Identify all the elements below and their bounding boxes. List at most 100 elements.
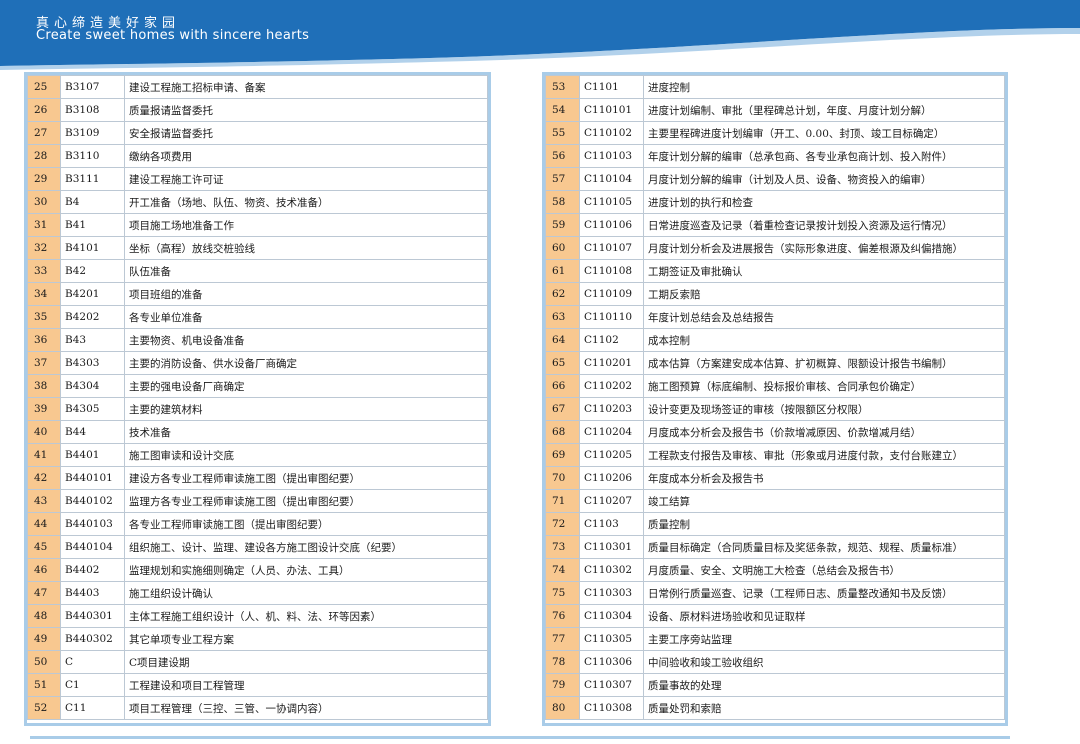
row-code-cell: C110110 (579, 305, 644, 329)
row-code-cell: C110207 (579, 489, 644, 513)
row-code-cell: C110204 (579, 420, 644, 444)
row-number-cell: 46 (27, 558, 61, 582)
row-number-cell: 26 (27, 98, 61, 122)
row-number-cell: 47 (27, 581, 61, 605)
row-number-cell: 27 (27, 121, 61, 145)
row-item-cell: 年度计划总结会及总结报告 (643, 305, 1005, 329)
table-row: 51 C1 工程建设和项目工程管理 (27, 673, 488, 697)
row-code-cell: B4 (60, 190, 125, 214)
row-code-cell: B3111 (60, 167, 125, 191)
row-number-cell: 51 (27, 673, 61, 697)
row-item-cell: 进度控制 (643, 75, 1005, 99)
row-number-cell: 36 (27, 328, 61, 352)
table-row: 41 B4401 施工图审读和设计交底 (27, 443, 488, 467)
row-number-cell: 49 (27, 627, 61, 651)
table-row: 45 B440104 组织施工、设计、监理、建设各方施工图设计交底（纪要） (27, 535, 488, 559)
row-item-cell: 施工图预算（标底编制、投标报价审核、合同承包价确定） (643, 374, 1005, 398)
row-number-cell: 28 (27, 144, 61, 168)
row-item-cell: 项目工程管理（三控、三管、一协调内容） (124, 696, 488, 720)
row-code-cell: B43 (60, 328, 125, 352)
row-code-cell: C110106 (579, 213, 644, 237)
row-code-cell: B4401 (60, 443, 125, 467)
row-item-cell: 质量处罚和索赔 (643, 696, 1005, 720)
row-code-cell: C110303 (579, 581, 644, 605)
table-row: 40 B44 技术准备 (27, 420, 488, 444)
row-code-cell: B440301 (60, 604, 125, 628)
row-item-cell: 安全报请监督委托 (124, 121, 488, 145)
row-number-cell: 41 (27, 443, 61, 467)
table-row: 46 B4402 监理规划和实施细则确定（人员、办法、工具） (27, 558, 488, 582)
table-row: 30 B4 开工准备（场地、队伍、物资、技术准备） (27, 190, 488, 214)
row-item-cell: 进度计划编制、审批（里程碑总计划，年度、月度计划分解） (643, 98, 1005, 122)
row-number-cell: 80 (545, 696, 580, 720)
row-number-cell: 72 (545, 512, 580, 536)
row-number-cell: 54 (545, 98, 580, 122)
row-item-cell: 质量报请监督委托 (124, 98, 488, 122)
table-row: 73 C110301 质量目标确定（合同质量目标及奖惩条款，规范、规程、质量标准） (545, 535, 1005, 559)
row-item-cell: 工程建设和项目工程管理 (124, 673, 488, 697)
row-item-cell: 成本估算（方案建安成本估算、扩初概算、限额设计报告书编制） (643, 351, 1005, 375)
row-item-cell: 竣工结算 (643, 489, 1005, 513)
row-code-cell: B4303 (60, 351, 125, 375)
table-row: 39 B4305 主要的建筑材料 (27, 397, 488, 421)
row-code-cell: B440103 (60, 512, 125, 536)
row-item-cell: 月度质量、安全、文明施工大检查（总结会及报告书） (643, 558, 1005, 582)
row-code-cell: C110109 (579, 282, 644, 306)
row-code-cell: B440101 (60, 466, 125, 490)
table-row: 80 C110308 质量处罚和索赔 (545, 696, 1005, 720)
row-code-cell: B3110 (60, 144, 125, 168)
left-table-panel: 25 B3107 建设工程施工招标申请、备案 26 B3108 质量报请监督委托 27 B31… (24, 72, 491, 726)
row-number-cell: 57 (545, 167, 580, 191)
row-code-cell: B3108 (60, 98, 125, 122)
table-row: 65 C110201 成本估算（方案建安成本估算、扩初概算、限额设计报告书编制） (545, 351, 1005, 375)
row-number-cell: 69 (545, 443, 580, 467)
header-banner: 真心缔造美好家园 Create sweet homes with sincere… (0, 0, 1080, 70)
row-code-cell: C110205 (579, 443, 644, 467)
row-item-cell: 日常例行质量巡查、记录（工程师日志、质量整改通知书及反馈） (643, 581, 1005, 605)
row-number-cell: 29 (27, 167, 61, 191)
table-row: 43 B440102 监理方各专业工程师审读施工图（提出审图纪要） (27, 489, 488, 513)
table-row: 62 C110109 工期反索赔 (545, 282, 1005, 306)
row-item-cell: 质量事故的处理 (643, 673, 1005, 697)
row-item-cell: 主要物资、机电设备准备 (124, 328, 488, 352)
row-number-cell: 78 (545, 650, 580, 674)
row-item-cell: 队伍准备 (124, 259, 488, 283)
row-number-cell: 73 (545, 535, 580, 559)
row-number-cell: 38 (27, 374, 61, 398)
row-item-cell: 月度成本分析会及报告书（价款增减原因、价款增减月结） (643, 420, 1005, 444)
row-item-cell: 工期签证及审批确认 (643, 259, 1005, 283)
table-row: 36 B43 主要物资、机电设备准备 (27, 328, 488, 352)
row-number-cell: 59 (545, 213, 580, 237)
row-item-cell: 各专业单位准备 (124, 305, 488, 329)
row-number-cell: 44 (27, 512, 61, 536)
row-item-cell: 质量目标确定（合同质量目标及奖惩条款，规范、规程、质量标准） (643, 535, 1005, 559)
row-code-cell: B44 (60, 420, 125, 444)
row-item-cell: 成本控制 (643, 328, 1005, 352)
table-row: 75 C110303 日常例行质量巡查、记录（工程师日志、质量整改通知书及反馈） (545, 581, 1005, 605)
row-item-cell: 组织施工、设计、监理、建设各方施工图设计交底（纪要） (124, 535, 488, 559)
row-code-cell: B440102 (60, 489, 125, 513)
row-item-cell: C项目建设期 (124, 650, 488, 674)
row-number-cell: 42 (27, 466, 61, 490)
row-number-cell: 58 (545, 190, 580, 214)
table-row: 69 C110205 工程款支付报告及审核、审批（形象或月进度付款，支付台账建立） (545, 443, 1005, 467)
table-row: 27 B3109 安全报请监督委托 (27, 121, 488, 145)
table-row: 34 B4201 项目班组的准备 (27, 282, 488, 306)
row-code-cell: C110206 (579, 466, 644, 490)
row-code-cell: B42 (60, 259, 125, 283)
row-item-cell: 设备、原材料进场验收和见证取样 (643, 604, 1005, 628)
row-item-cell: 日常进度巡查及记录（着重检查记录按计划投入资源及运行情况） (643, 213, 1005, 237)
table-row: 72 C1103 质量控制 (545, 512, 1005, 536)
row-number-cell: 55 (545, 121, 580, 145)
table-row: 32 B4101 坐标（高程）放线交桩验线 (27, 236, 488, 260)
row-code-cell: C110108 (579, 259, 644, 283)
right-task-table: 53 C1101 进度控制 54 C110101 进度计划编制、审批（里程碑总计划，年度、… (545, 75, 1005, 720)
table-row: 64 C1102 成本控制 (545, 328, 1005, 352)
table-row: 55 C110102 主要里程碑进度计划编审（开工、0.00、封顶、竣工目标确定） (545, 121, 1005, 145)
table-row: 42 B440101 建设方各专业工程师审读施工图（提出审图纪要） (27, 466, 488, 490)
table-row: 47 B4403 施工组织设计确认 (27, 581, 488, 605)
table-row: 58 C110105 进度计划的执行和检查 (545, 190, 1005, 214)
row-item-cell: 工期反索赔 (643, 282, 1005, 306)
row-number-cell: 45 (27, 535, 61, 559)
row-code-cell: C110301 (579, 535, 644, 559)
